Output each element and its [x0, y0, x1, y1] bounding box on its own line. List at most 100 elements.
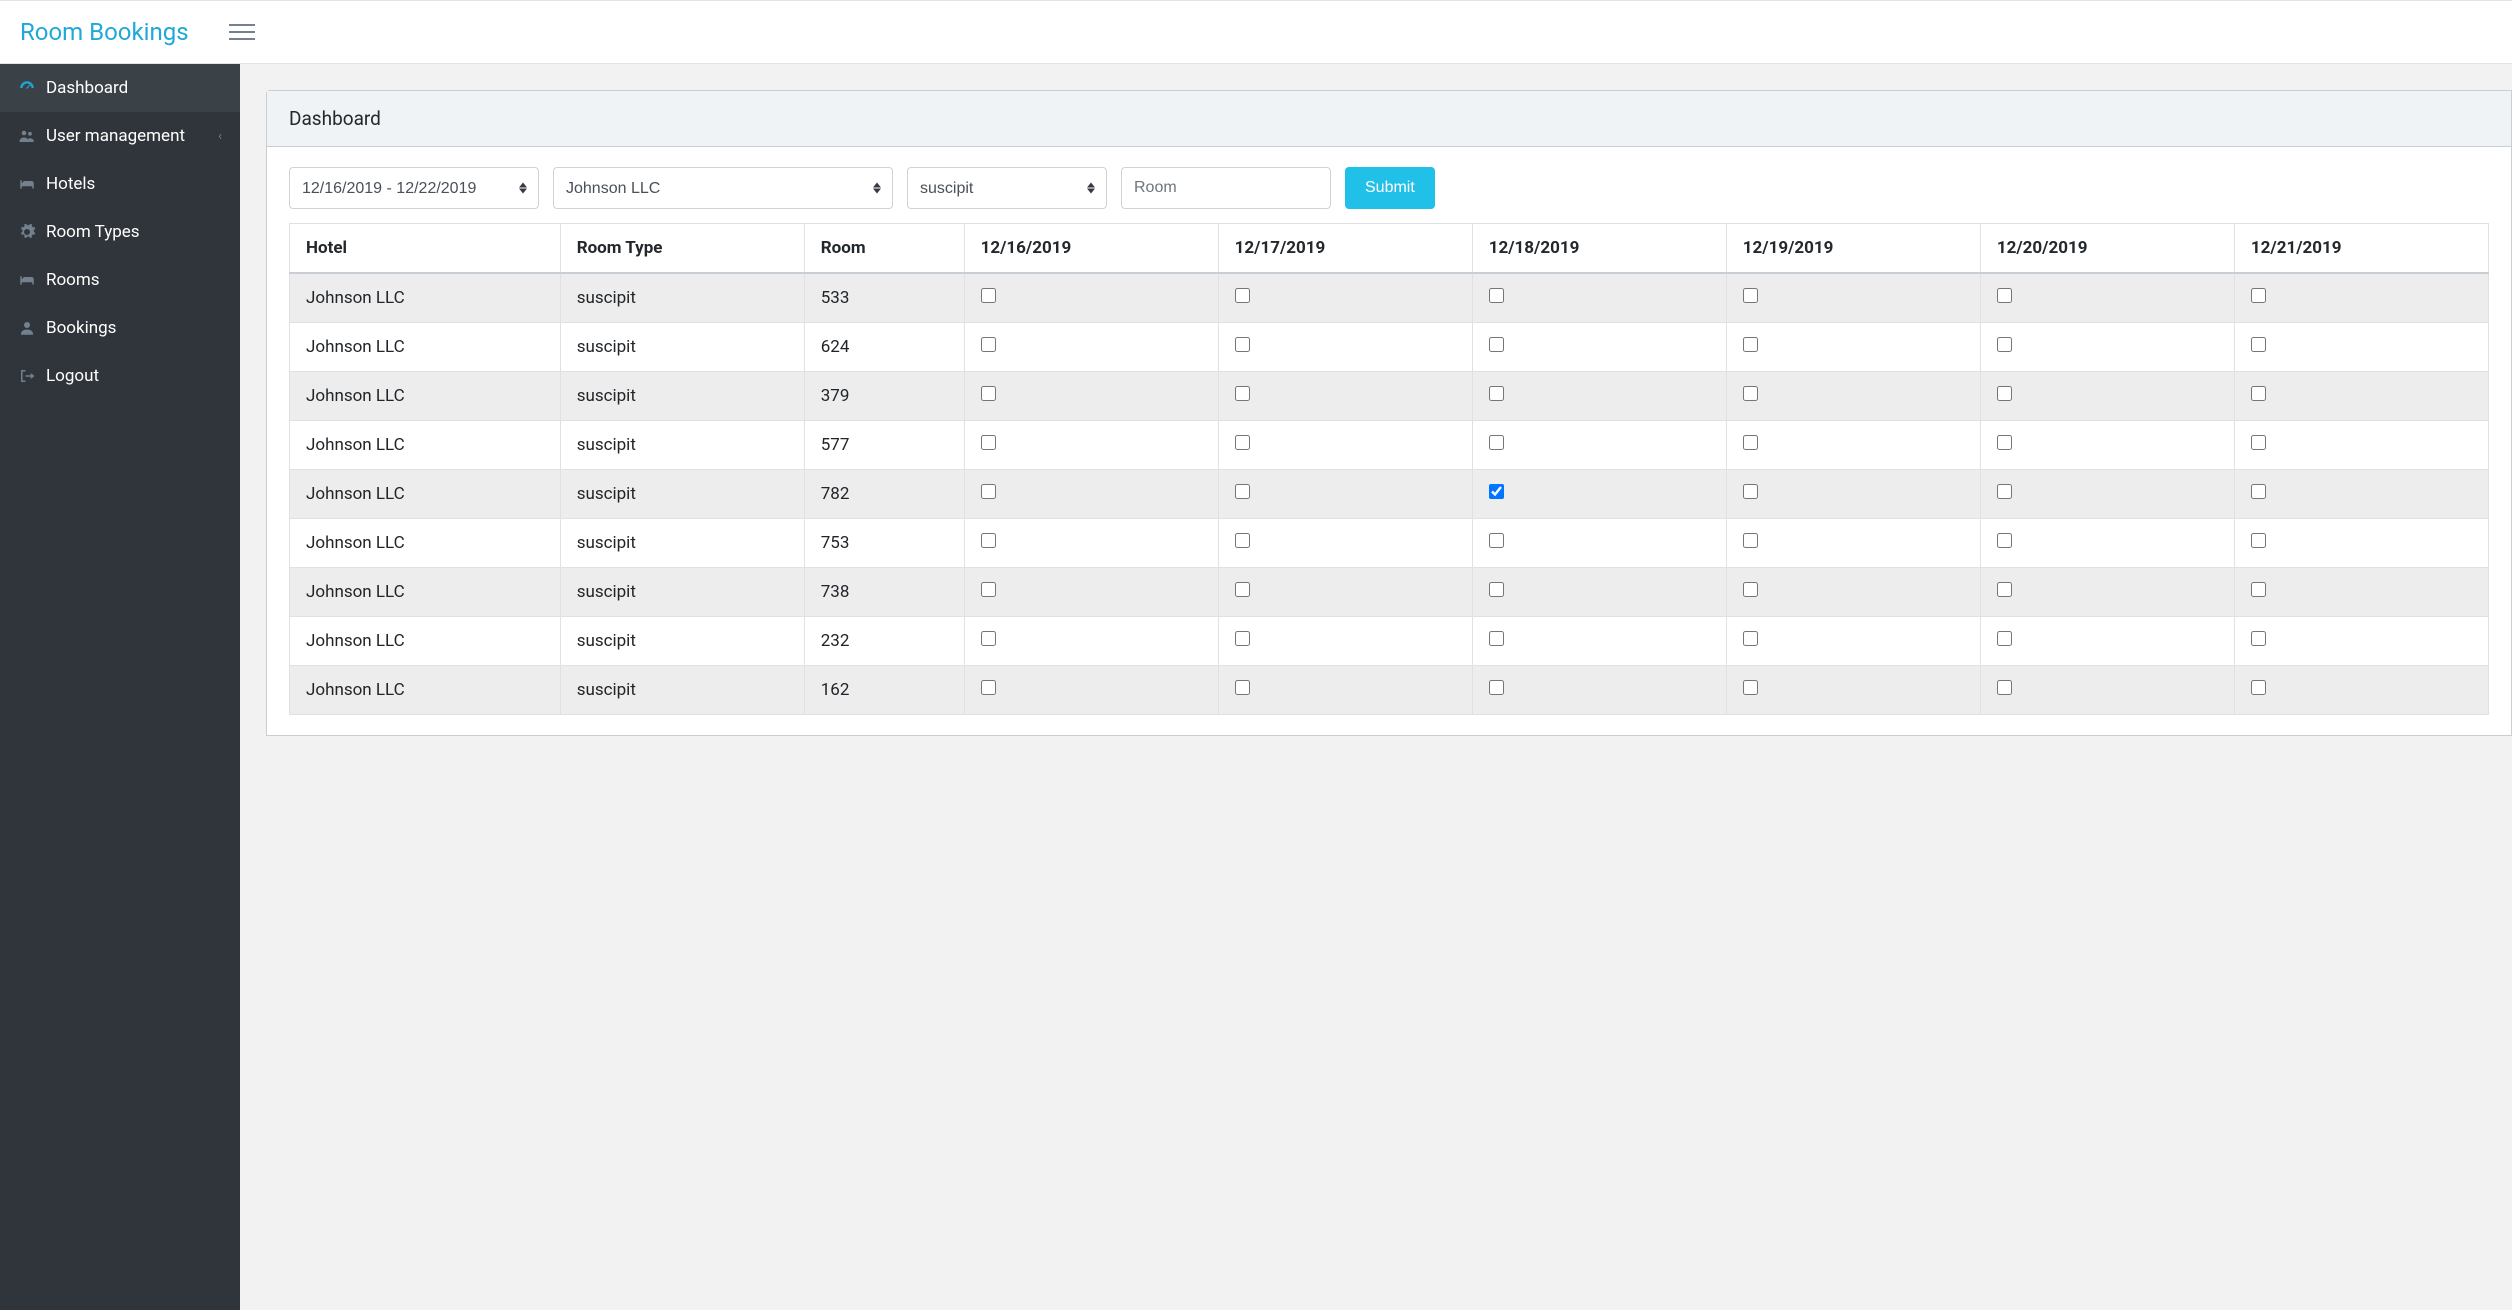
- availability-checkbox[interactable]: [2251, 631, 2266, 646]
- availability-checkbox[interactable]: [1489, 337, 1504, 352]
- cell-availability: [1218, 421, 1472, 470]
- cell-room_type: suscipit: [560, 568, 804, 617]
- availability-checkbox[interactable]: [2251, 533, 2266, 548]
- availability-checkbox[interactable]: [981, 680, 996, 695]
- availability-checkbox[interactable]: [1235, 484, 1250, 499]
- availability-checkbox[interactable]: [1489, 435, 1504, 450]
- availability-checkbox[interactable]: [2251, 435, 2266, 450]
- cell-availability: [1980, 568, 2234, 617]
- table-header: 12/19/2019: [1726, 224, 1980, 274]
- availability-checkbox[interactable]: [1743, 288, 1758, 303]
- availability-checkbox[interactable]: [981, 386, 996, 401]
- cell-availability: [1726, 617, 1980, 666]
- availability-checkbox[interactable]: [2251, 680, 2266, 695]
- cell-hotel: Johnson LLC: [290, 421, 561, 470]
- availability-checkbox[interactable]: [1235, 680, 1250, 695]
- availability-checkbox[interactable]: [1489, 533, 1504, 548]
- cell-availability: [1218, 470, 1472, 519]
- cell-availability: [1726, 470, 1980, 519]
- availability-checkbox[interactable]: [1235, 631, 1250, 646]
- availability-checkbox[interactable]: [1235, 386, 1250, 401]
- availability-checkbox[interactable]: [981, 288, 996, 303]
- availability-checkbox[interactable]: [2251, 288, 2266, 303]
- sidebar-item-logout[interactable]: Logout: [0, 352, 240, 400]
- availability-checkbox[interactable]: [1489, 288, 1504, 303]
- bookings-table: HotelRoom TypeRoom12/16/201912/17/201912…: [289, 223, 2489, 715]
- cell-availability: [964, 372, 1218, 421]
- sidebar-item-label: Logout: [46, 366, 222, 386]
- cell-room: 577: [804, 421, 964, 470]
- availability-checkbox[interactable]: [1489, 680, 1504, 695]
- room-type-select[interactable]: suscipit: [907, 167, 1107, 209]
- cell-availability: [1980, 372, 2234, 421]
- hotel-select[interactable]: Johnson LLC: [553, 167, 893, 209]
- table-header: 12/21/2019: [2234, 224, 2488, 274]
- availability-checkbox[interactable]: [1743, 435, 1758, 450]
- availability-checkbox[interactable]: [1743, 631, 1758, 646]
- availability-checkbox[interactable]: [1235, 288, 1250, 303]
- availability-checkbox[interactable]: [1997, 631, 2012, 646]
- sidebar-item-dashboard[interactable]: Dashboard: [0, 64, 240, 112]
- cell-room_type: suscipit: [560, 470, 804, 519]
- brand-link[interactable]: Room Bookings: [20, 18, 189, 46]
- availability-checkbox[interactable]: [981, 533, 996, 548]
- availability-checkbox[interactable]: [981, 337, 996, 352]
- cell-availability: [1218, 666, 1472, 715]
- availability-checkbox[interactable]: [1743, 533, 1758, 548]
- availability-checkbox[interactable]: [1489, 386, 1504, 401]
- availability-checkbox[interactable]: [981, 435, 996, 450]
- filter-row: 12/16/2019 - 12/22/2019 Johnson LLC susc…: [289, 167, 2489, 209]
- availability-checkbox[interactable]: [1489, 631, 1504, 646]
- availability-checkbox[interactable]: [1489, 484, 1504, 499]
- availability-checkbox[interactable]: [1743, 582, 1758, 597]
- availability-checkbox[interactable]: [1743, 484, 1758, 499]
- availability-checkbox[interactable]: [1743, 337, 1758, 352]
- room-input[interactable]: [1121, 167, 1331, 209]
- cell-hotel: Johnson LLC: [290, 519, 561, 568]
- cell-hotel: Johnson LLC: [290, 470, 561, 519]
- sidebar-item-user-management[interactable]: User management‹: [0, 112, 240, 160]
- sidebar-item-room-types[interactable]: Room Types: [0, 208, 240, 256]
- availability-checkbox[interactable]: [981, 631, 996, 646]
- user-icon: [18, 319, 46, 337]
- availability-checkbox[interactable]: [2251, 582, 2266, 597]
- availability-checkbox[interactable]: [1235, 582, 1250, 597]
- sidebar-item-hotels[interactable]: Hotels: [0, 160, 240, 208]
- availability-checkbox[interactable]: [981, 582, 996, 597]
- cell-room_type: suscipit: [560, 372, 804, 421]
- availability-checkbox[interactable]: [1235, 435, 1250, 450]
- cell-availability: [1980, 323, 2234, 372]
- availability-checkbox[interactable]: [1997, 435, 2012, 450]
- availability-checkbox[interactable]: [2251, 484, 2266, 499]
- availability-checkbox[interactable]: [1235, 337, 1250, 352]
- availability-checkbox[interactable]: [2251, 337, 2266, 352]
- availability-checkbox[interactable]: [1489, 582, 1504, 597]
- cell-availability: [2234, 519, 2488, 568]
- submit-button[interactable]: Submit: [1345, 167, 1435, 209]
- availability-checkbox[interactable]: [1997, 337, 2012, 352]
- cell-availability: [1980, 273, 2234, 323]
- availability-checkbox[interactable]: [1997, 680, 2012, 695]
- sidebar-item-bookings[interactable]: Bookings: [0, 304, 240, 352]
- availability-checkbox[interactable]: [1997, 533, 2012, 548]
- availability-checkbox[interactable]: [1235, 533, 1250, 548]
- table-header: Hotel: [290, 224, 561, 274]
- date-range-select[interactable]: 12/16/2019 - 12/22/2019: [289, 167, 539, 209]
- availability-checkbox[interactable]: [1997, 386, 2012, 401]
- availability-checkbox[interactable]: [1743, 680, 1758, 695]
- cell-availability: [964, 617, 1218, 666]
- availability-checkbox[interactable]: [981, 484, 996, 499]
- sidebar-item-rooms[interactable]: Rooms: [0, 256, 240, 304]
- availability-checkbox[interactable]: [1997, 288, 2012, 303]
- cell-hotel: Johnson LLC: [290, 568, 561, 617]
- availability-checkbox[interactable]: [1743, 386, 1758, 401]
- table-row: Johnson LLCsuscipit162: [290, 666, 2489, 715]
- sidebar-item-label: Dashboard: [46, 78, 222, 98]
- sidebar-item-label: Rooms: [46, 270, 222, 290]
- gears-icon: [18, 223, 46, 241]
- menu-toggle-icon[interactable]: [229, 22, 255, 42]
- availability-checkbox[interactable]: [1997, 484, 2012, 499]
- availability-checkbox[interactable]: [2251, 386, 2266, 401]
- cell-room: 162: [804, 666, 964, 715]
- availability-checkbox[interactable]: [1997, 582, 2012, 597]
